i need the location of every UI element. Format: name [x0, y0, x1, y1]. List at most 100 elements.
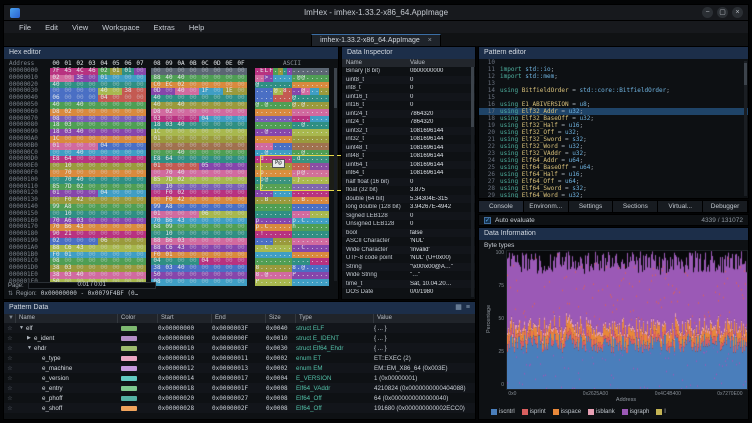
- file-tab[interactable]: imhex-1.33.2-x86_64.AppImage ×: [311, 34, 441, 46]
- menu-icon[interactable]: ≡: [466, 302, 470, 314]
- expander-icon[interactable]: ▶: [27, 335, 34, 341]
- inspector-row[interactable]: uint32_t1081696144: [342, 127, 475, 136]
- code-line[interactable]: 20using Elf32_Off = u32;: [479, 129, 748, 136]
- menu-extras[interactable]: Extras: [147, 23, 182, 32]
- ascii-char[interactable]: .: [324, 156, 329, 163]
- ascii-char[interactable]: .: [324, 272, 329, 279]
- code-line[interactable]: 27using Elf64_Off = u64;: [479, 178, 748, 185]
- inspector-row[interactable]: Signed LEB1280: [342, 212, 475, 221]
- pattern-editor-header[interactable]: Pattern editor: [479, 47, 748, 59]
- favorite-icon[interactable]: ☆: [4, 355, 16, 362]
- ascii-char[interactable]: .: [324, 190, 329, 197]
- inspector-row[interactable]: int64_t1081696144: [342, 169, 475, 178]
- favorite-icon[interactable]: ☆: [4, 365, 16, 372]
- ascii-char[interactable]: .: [324, 109, 329, 116]
- ascii-char[interactable]: .: [324, 68, 329, 75]
- ascii-char[interactable]: .: [324, 143, 329, 150]
- inspector-row[interactable]: uint8_t0: [342, 76, 475, 85]
- col-size[interactable]: Size: [266, 314, 296, 323]
- inspector-row[interactable]: Binary (8 bit)0b00000000: [342, 67, 475, 76]
- tab-environm[interactable]: Environm...: [524, 201, 569, 212]
- hex-scrollbar[interactable]: [334, 68, 337, 281]
- inspector-row[interactable]: boolfalse: [342, 229, 475, 238]
- col-start[interactable]: Start: [158, 314, 212, 323]
- code-line[interactable]: 14using BitfieldOrder = std::core::Bitfi…: [479, 87, 748, 94]
- legend-overflow[interactable]: l: [656, 409, 665, 415]
- code-line[interactable]: 29using Elf64_Word = u32;: [479, 192, 748, 198]
- menu-workspace[interactable]: Workspace: [95, 23, 146, 32]
- ascii-char[interactable]: .: [324, 252, 329, 259]
- inspector-row[interactable]: uint64_t1081696144: [342, 161, 475, 170]
- menu-file[interactable]: File: [12, 23, 38, 32]
- favorite-icon[interactable]: ☆: [4, 395, 16, 402]
- tab-settings[interactable]: Settings: [569, 201, 614, 212]
- code-line[interactable]: 18using Elf32_BaseOff = u32;: [479, 115, 748, 122]
- col-name[interactable]: Name: [16, 314, 118, 323]
- pattern-row-elf[interactable]: ☆▼elf0x000000000x0000003F0x0040struct EL…: [4, 323, 475, 333]
- pattern-row-ehdr[interactable]: ☆▼ehdr0x000000100x0000003F0x0030struct E…: [4, 343, 475, 353]
- code-line[interactable]: 26using Elf64_Half = u16;: [479, 171, 748, 178]
- code-line[interactable]: 24using Elf64_Addr = u64;: [479, 157, 748, 164]
- code-line[interactable]: 12import std::mem;: [479, 73, 748, 80]
- ascii-char[interactable]: .: [324, 136, 329, 143]
- ascii-char[interactable]: .: [324, 238, 329, 245]
- menu-edit[interactable]: Edit: [38, 23, 65, 32]
- legend-isgraph[interactable]: isgraph: [622, 409, 650, 415]
- tab-sections[interactable]: Sections: [613, 201, 658, 212]
- inspector-row[interactable]: Wide String"…": [342, 271, 475, 280]
- pattern-row-e_phoff[interactable]: ☆e_phoff0x000000200x000000270x0008Elf64_…: [4, 393, 475, 403]
- legend-isprint[interactable]: isprint: [522, 409, 546, 415]
- favorite-icon[interactable]: ☆: [4, 335, 16, 342]
- ascii-char[interactable]: .: [324, 122, 329, 129]
- pattern-row-e_shoff[interactable]: ☆e_shoff0x000000280x0000002F0x0008Elf64_…: [4, 403, 475, 413]
- ascii-char[interactable]: .: [324, 231, 329, 238]
- ascii-char[interactable]: .: [324, 150, 329, 157]
- ascii-char[interactable]: .: [324, 177, 329, 184]
- ascii-char[interactable]: .: [324, 82, 329, 89]
- tab-close-icon[interactable]: ×: [428, 37, 432, 44]
- code-line[interactable]: 16using E1_ABIVERSION = u8;: [479, 101, 748, 108]
- ascii-char[interactable]: .: [324, 163, 329, 170]
- hex-editor-header[interactable]: Hex editor: [4, 47, 338, 59]
- pattern-editor-scrollbar[interactable]: [744, 61, 747, 196]
- favorite-icon[interactable]: ☆: [4, 345, 16, 352]
- data-inspector-header[interactable]: Data Inspector: [342, 47, 475, 59]
- inspector-col-name[interactable]: Name: [342, 60, 410, 66]
- inspector-row[interactable]: int24_t7864320: [342, 118, 475, 127]
- code-line[interactable]: 10: [479, 59, 748, 66]
- region-icon[interactable]: ⇅: [8, 290, 13, 297]
- ascii-char[interactable]: .: [324, 224, 329, 231]
- ascii-char[interactable]: .: [324, 116, 329, 123]
- favorite-icon[interactable]: ☆: [4, 405, 16, 412]
- inspector-row[interactable]: uint24_t7864320: [342, 110, 475, 119]
- col-value[interactable]: Value: [374, 314, 475, 323]
- inspector-col-value[interactable]: Value: [410, 60, 425, 66]
- expander-icon[interactable]: ▼: [19, 325, 26, 331]
- code-line[interactable]: 22using Elf32_Word = u32;: [479, 143, 748, 150]
- legend-isspace[interactable]: isspace: [553, 409, 581, 415]
- inspector-row[interactable]: int8_t0: [342, 84, 475, 93]
- pattern-code[interactable]: 1011import std::io;12import std::mem;131…: [479, 59, 748, 198]
- ascii-char[interactable]: .: [324, 211, 329, 218]
- ascii-char[interactable]: .: [324, 170, 329, 177]
- pattern-row-e_version[interactable]: ☆e_version0x000000140x000000170x0004E_VE…: [4, 373, 475, 383]
- pattern-row-e_machine[interactable]: ☆e_machine0x000000120x000000130x0002enum…: [4, 363, 475, 373]
- ascii-char[interactable]: .: [324, 218, 329, 225]
- inspector-row[interactable]: time_tSat, 10.04.20…: [342, 280, 475, 289]
- code-line[interactable]: 25using Elf64_BaseOff = u64;: [479, 164, 748, 171]
- inspector-row[interactable]: int16_t0: [342, 101, 475, 110]
- filter-icon[interactable]: ▼: [4, 314, 16, 323]
- auto-evaluate-checkbox[interactable]: ✓: [484, 217, 491, 224]
- tab-console[interactable]: Console: [479, 201, 524, 212]
- code-line[interactable]: 17using Elf32_Addr = u32;: [479, 108, 748, 115]
- inspector-row[interactable]: double (64 bit)5.34304E-315: [342, 195, 475, 204]
- ascii-char[interactable]: .: [324, 95, 329, 102]
- code-line[interactable]: 19using Elf32_Half = u16;: [479, 122, 748, 129]
- ascii-char[interactable]: .: [324, 102, 329, 109]
- inspector-row[interactable]: String"\x00\x00@A…": [342, 263, 475, 272]
- code-line[interactable]: 13: [479, 80, 748, 87]
- expander-icon[interactable]: ▼: [27, 345, 34, 351]
- inspector-row[interactable]: int32_t1081696144: [342, 135, 475, 144]
- inspector-row[interactable]: ASCII Character'NUL': [342, 237, 475, 246]
- ascii-char[interactable]: .: [324, 88, 329, 95]
